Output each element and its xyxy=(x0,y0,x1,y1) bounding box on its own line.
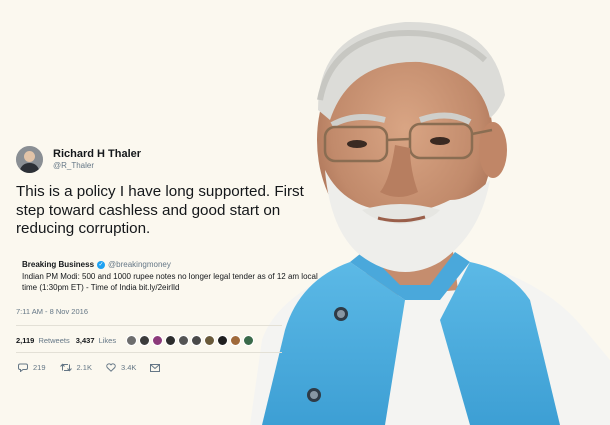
like-button[interactable]: 3.4K xyxy=(106,363,136,372)
like-count: 3.4K xyxy=(120,363,137,372)
quoted-tweet-text: Indian PM Modi: 500 and 1000 rupee notes… xyxy=(22,272,318,292)
tweet-timestamp[interactable]: 7:11 AM - 8 Nov 2016 xyxy=(16,307,88,316)
likes-count: 3,437 xyxy=(75,336,95,345)
retweets-stat[interactable]: 2,119 Retweets xyxy=(16,336,70,345)
tweet-text: This is a policy I have long supported. … xyxy=(16,183,304,237)
quoted-tweet[interactable]: Breaking Business ✓ @breakingmoney India… xyxy=(22,259,322,293)
liker-avatars xyxy=(126,335,256,346)
tweet-card: Richard H Thaler @R_Thaler This is a pol… xyxy=(0,0,330,425)
divider xyxy=(16,352,282,353)
liker-avatar[interactable] xyxy=(217,335,229,346)
divider xyxy=(16,325,282,326)
liker-avatar[interactable] xyxy=(230,335,242,346)
likes-label: Likes xyxy=(98,336,117,345)
liker-avatar[interactable] xyxy=(243,335,255,346)
message-icon xyxy=(150,363,161,372)
liker-avatar[interactable] xyxy=(165,335,177,346)
direct-message-button[interactable] xyxy=(150,363,165,372)
reply-button[interactable]: 219 xyxy=(18,363,46,372)
avatar[interactable] xyxy=(16,146,43,173)
retweet-button[interactable]: 2.1K xyxy=(59,363,92,372)
author-handle[interactable]: @R_Thaler xyxy=(53,161,141,171)
liker-avatar[interactable] xyxy=(126,335,138,346)
like-icon xyxy=(106,363,116,372)
tweet-actions: 219 2.1K 3.4K xyxy=(18,363,179,372)
quoted-author-handle: @breakingmoney xyxy=(108,260,171,269)
liker-avatar[interactable] xyxy=(152,335,164,346)
liker-avatar[interactable] xyxy=(139,335,151,346)
liker-avatar[interactable] xyxy=(191,335,203,346)
retweet-icon xyxy=(59,363,72,372)
verified-badge-icon: ✓ xyxy=(97,260,106,269)
author-name[interactable]: Richard H Thaler xyxy=(53,148,141,161)
reply-icon xyxy=(18,363,28,372)
retweet-count: 2.1K xyxy=(76,363,92,372)
retweets-count: 2,119 xyxy=(16,336,35,345)
liker-avatar[interactable] xyxy=(178,335,190,346)
tweet-header: Richard H Thaler @R_Thaler xyxy=(16,146,141,173)
retweets-label: Retweets xyxy=(38,336,70,345)
reply-count: 219 xyxy=(33,363,46,372)
likes-stat[interactable]: 3,437 Likes xyxy=(76,336,116,345)
quoted-author-name: Breaking Business xyxy=(22,260,95,269)
liker-avatar[interactable] xyxy=(204,335,216,346)
tweet-stats: 2,119 Retweets 3,437 Likes xyxy=(16,335,256,346)
